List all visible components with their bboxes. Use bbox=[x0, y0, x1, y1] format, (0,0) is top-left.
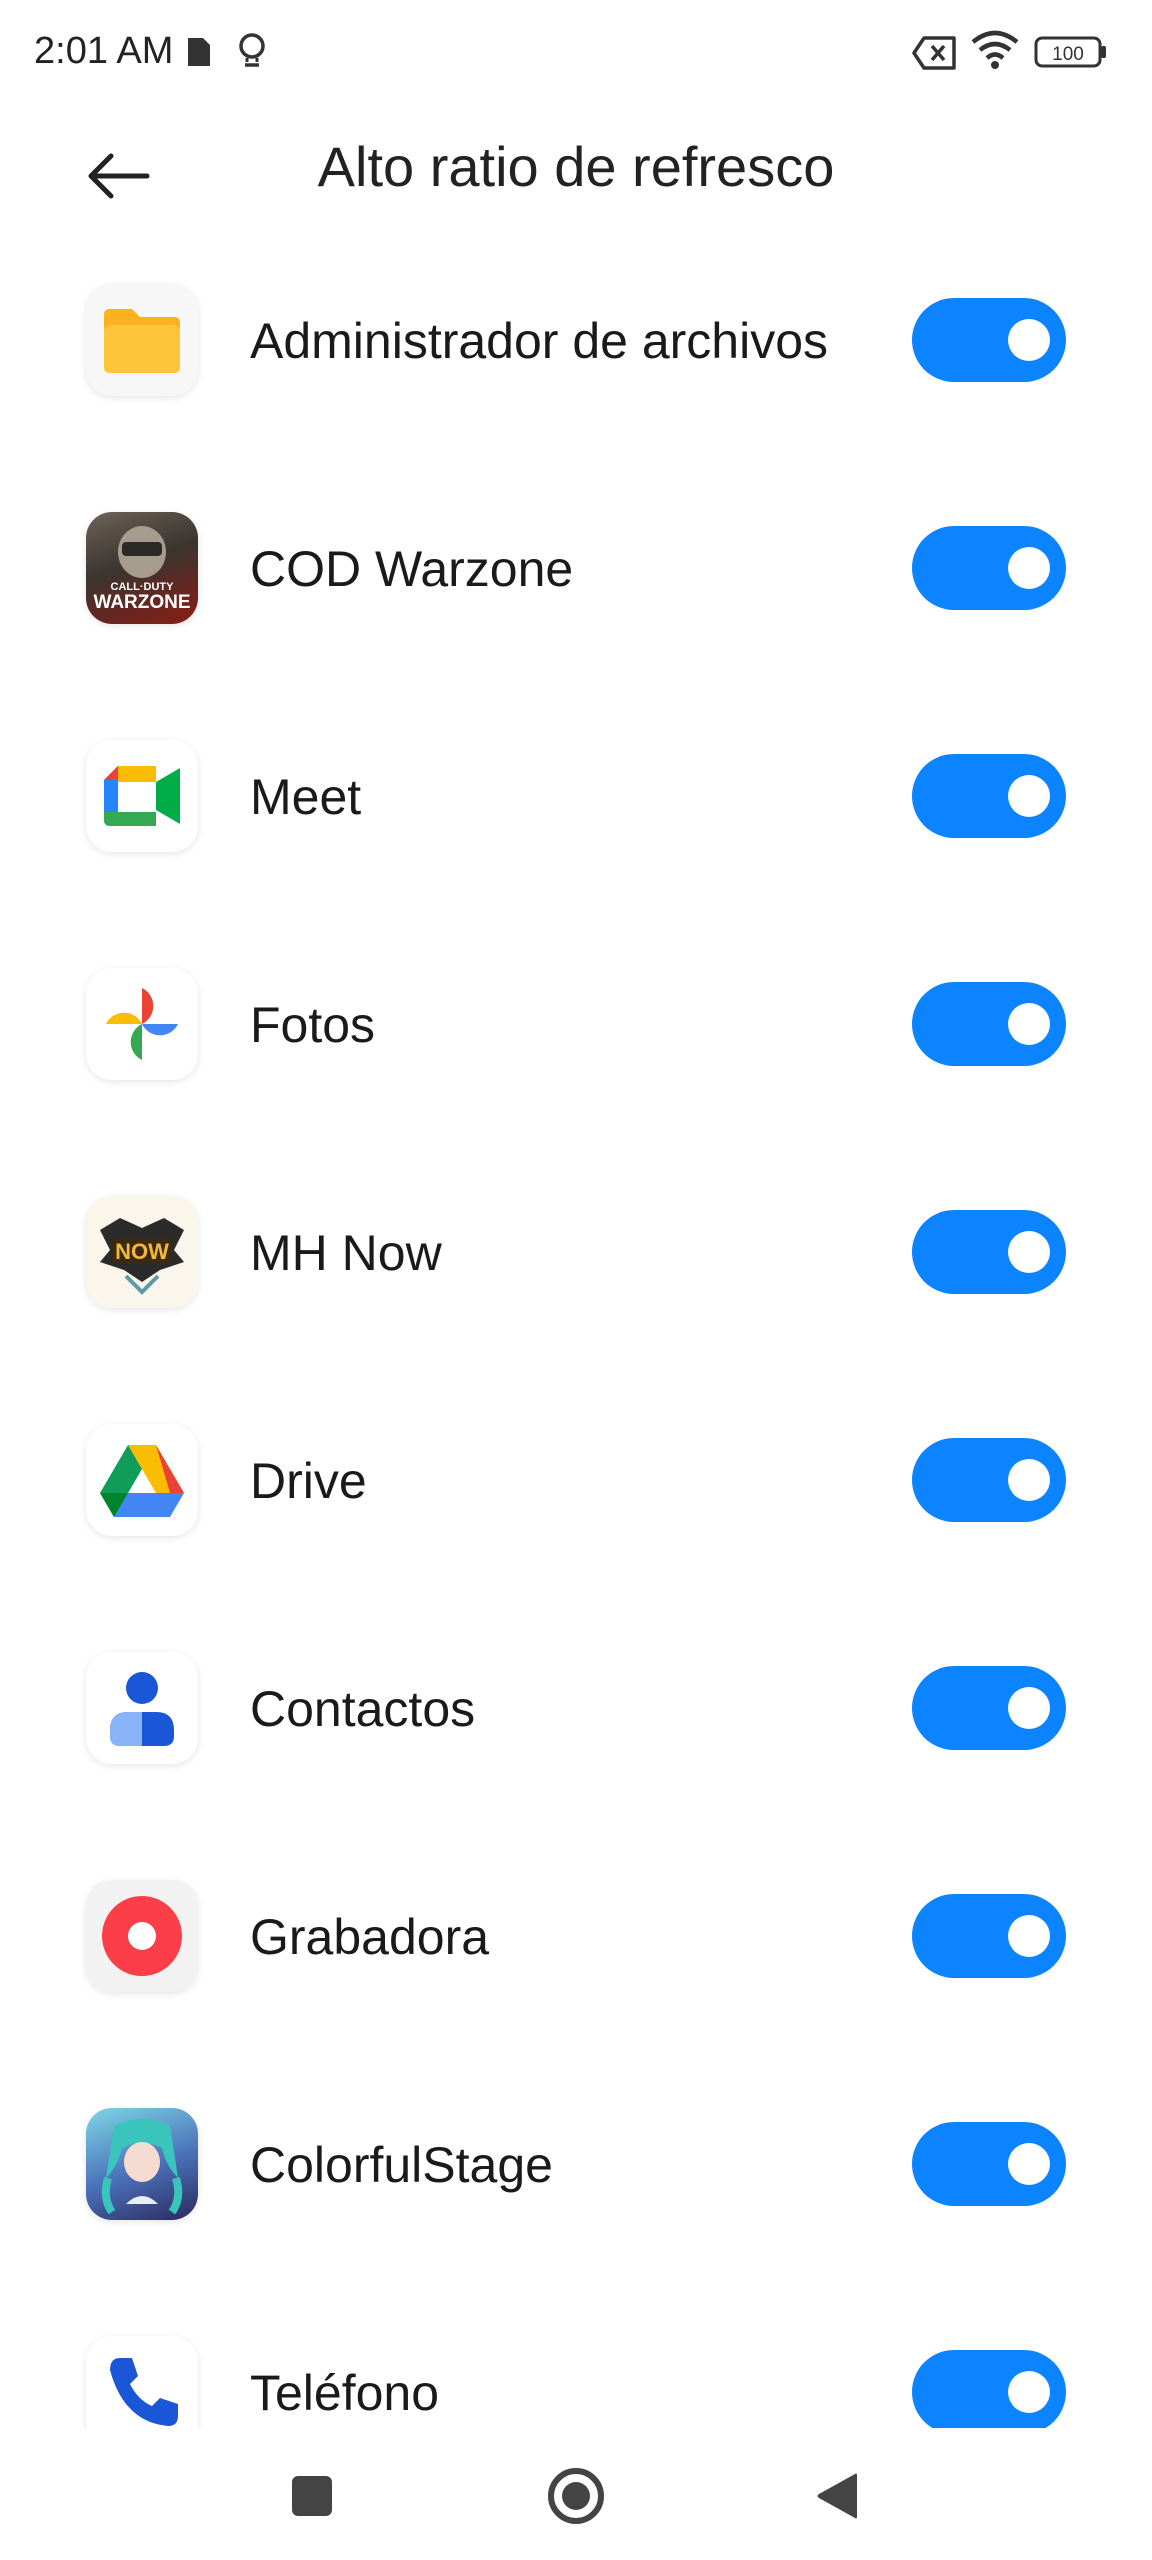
app-label: ColorfulStage bbox=[250, 2137, 553, 2193]
toggle-knob bbox=[1008, 1915, 1050, 1957]
contacts-icon bbox=[86, 1652, 198, 1764]
mh-now-icon: NOW bbox=[86, 1196, 198, 1308]
app-label: Contactos bbox=[250, 1681, 476, 1737]
toggle-knob bbox=[1008, 2371, 1050, 2413]
app-label: Fotos bbox=[250, 997, 376, 1053]
no-sim-icon bbox=[912, 36, 958, 75]
toggle-knob bbox=[1008, 319, 1050, 361]
recents-button[interactable] bbox=[272, 2458, 352, 2538]
app-label: COD Warzone bbox=[250, 541, 574, 597]
svg-text:NOW: NOW bbox=[115, 1239, 169, 1264]
recorder-icon bbox=[86, 1880, 198, 1992]
photos-pinwheel-icon bbox=[86, 968, 198, 1080]
toggle-knob bbox=[1008, 1231, 1050, 1273]
app-list[interactable]: Administrador de archivos CALL·DUTY WARZ… bbox=[0, 250, 1152, 2428]
wifi-icon bbox=[970, 30, 1020, 75]
toggle-knob bbox=[1008, 547, 1050, 589]
phone-icon bbox=[86, 2336, 198, 2428]
recents-square-icon bbox=[290, 2474, 334, 2523]
refresh-rate-toggle[interactable] bbox=[912, 1666, 1066, 1750]
refresh-rate-toggle[interactable] bbox=[912, 526, 1066, 610]
lightbulb-icon bbox=[236, 32, 268, 77]
app-label: Grabadora bbox=[250, 1909, 490, 1965]
refresh-rate-toggle[interactable] bbox=[912, 1438, 1066, 1522]
refresh-rate-toggle[interactable] bbox=[912, 1210, 1066, 1294]
toggle-knob bbox=[1008, 1687, 1050, 1729]
sim-card-icon bbox=[186, 36, 212, 73]
list-item: Fotos bbox=[0, 934, 1152, 1162]
header: Alto ratio de refresco bbox=[0, 110, 1152, 250]
app-label: Drive bbox=[250, 1453, 367, 1509]
list-item: Administrador de archivos bbox=[0, 250, 1152, 478]
folder-icon bbox=[86, 284, 198, 396]
meet-icon bbox=[86, 740, 198, 852]
refresh-rate-toggle[interactable] bbox=[912, 754, 1066, 838]
list-item: ColorfulStage bbox=[0, 2074, 1152, 2302]
svg-text:WARZONE: WARZONE bbox=[93, 592, 190, 613]
toggle-knob bbox=[1008, 1003, 1050, 1045]
back-triangle-icon bbox=[813, 2470, 859, 2527]
list-item: CALL·DUTY WARZONE COD Warzone bbox=[0, 478, 1152, 706]
battery-icon: 100 bbox=[1034, 36, 1108, 73]
home-circle-icon bbox=[546, 2466, 606, 2531]
refresh-rate-toggle[interactable] bbox=[912, 2122, 1066, 2206]
app-label: Teléfono bbox=[250, 2365, 440, 2421]
refresh-rate-toggle[interactable] bbox=[912, 2350, 1066, 2428]
refresh-rate-toggle[interactable] bbox=[912, 298, 1066, 382]
system-back-button[interactable] bbox=[796, 2458, 876, 2538]
navigation-bar bbox=[0, 2428, 1152, 2560]
status-bar: 2:01 AM 100 bbox=[0, 0, 1152, 110]
status-time: 2:01 AM bbox=[34, 30, 174, 72]
app-label: MH Now bbox=[250, 1225, 442, 1281]
home-button[interactable] bbox=[536, 2458, 616, 2538]
back-arrow-icon bbox=[85, 152, 151, 205]
battery-level: 100 bbox=[1052, 44, 1084, 65]
toggle-knob bbox=[1008, 1459, 1050, 1501]
refresh-rate-toggle[interactable] bbox=[912, 982, 1066, 1066]
refresh-rate-toggle[interactable] bbox=[912, 1894, 1066, 1978]
list-item: Teléfono bbox=[0, 2302, 1152, 2428]
drive-icon bbox=[86, 1424, 198, 1536]
toggle-knob bbox=[1008, 775, 1050, 817]
list-item: Drive bbox=[0, 1390, 1152, 1618]
list-item: Meet bbox=[0, 706, 1152, 934]
list-item: Contactos bbox=[0, 1618, 1152, 1846]
list-item: NOW MH Now bbox=[0, 1162, 1152, 1390]
back-button[interactable] bbox=[70, 130, 166, 226]
warzone-icon: CALL·DUTY WARZONE bbox=[86, 512, 198, 624]
colorful-stage-icon bbox=[86, 2108, 198, 2220]
app-label: Administrador de archivos bbox=[250, 313, 829, 369]
list-item: Grabadora bbox=[0, 1846, 1152, 2074]
page-title: Alto ratio de refresco bbox=[317, 135, 835, 198]
toggle-knob bbox=[1008, 2143, 1050, 2185]
app-label: Meet bbox=[250, 769, 362, 825]
